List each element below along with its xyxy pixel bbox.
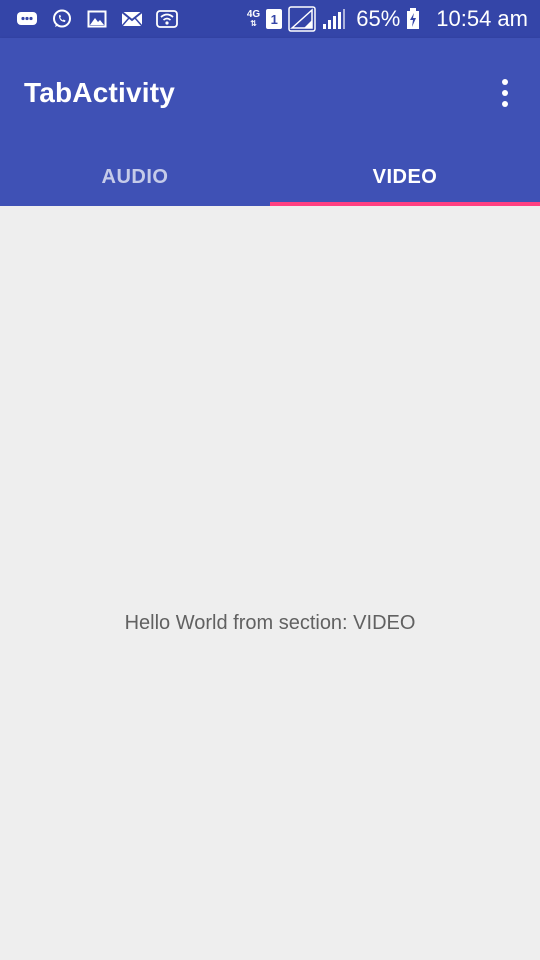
overflow-dot: [502, 79, 508, 85]
tab-audio[interactable]: AUDIO: [0, 148, 270, 206]
section-label: Hello World from section: VIDEO: [124, 612, 416, 634]
whatsapp-icon: [51, 9, 73, 28]
clock: 10:54 am: [436, 6, 528, 31]
battery-percent: 65%: [356, 6, 401, 31]
app-bar: TabActivity AUDIO VIDEO: [0, 38, 540, 206]
tab-content[interactable]: Hello World from section: VIDEO: [0, 206, 540, 960]
tab-video[interactable]: VIDEO: [270, 148, 540, 206]
gallery-icon: [86, 10, 108, 28]
app-title: TabActivity: [24, 77, 176, 108]
system-status: 4G ⇅ 1 65% 10:54 am: [247, 6, 540, 32]
more-vert-icon[interactable]: [490, 73, 520, 113]
signal-bars-icon: [322, 8, 346, 30]
tab-bar: AUDIO VIDEO: [0, 148, 540, 206]
overflow-dot: [502, 90, 508, 96]
messages-icon: [16, 10, 38, 28]
toolbar: TabActivity: [0, 38, 540, 148]
sim-slot-badge: 1: [266, 9, 283, 29]
overflow-dot: [502, 101, 508, 107]
email-icon: [121, 10, 143, 28]
wifi-icon: [156, 10, 178, 28]
notification-icons: [0, 9, 178, 28]
status-bar: 4G ⇅ 1 65% 10:54 am: [0, 0, 540, 38]
network-type: 4G ⇅: [246, 9, 261, 29]
battery-charging-icon: [406, 8, 420, 30]
signal-icon: [288, 6, 316, 32]
